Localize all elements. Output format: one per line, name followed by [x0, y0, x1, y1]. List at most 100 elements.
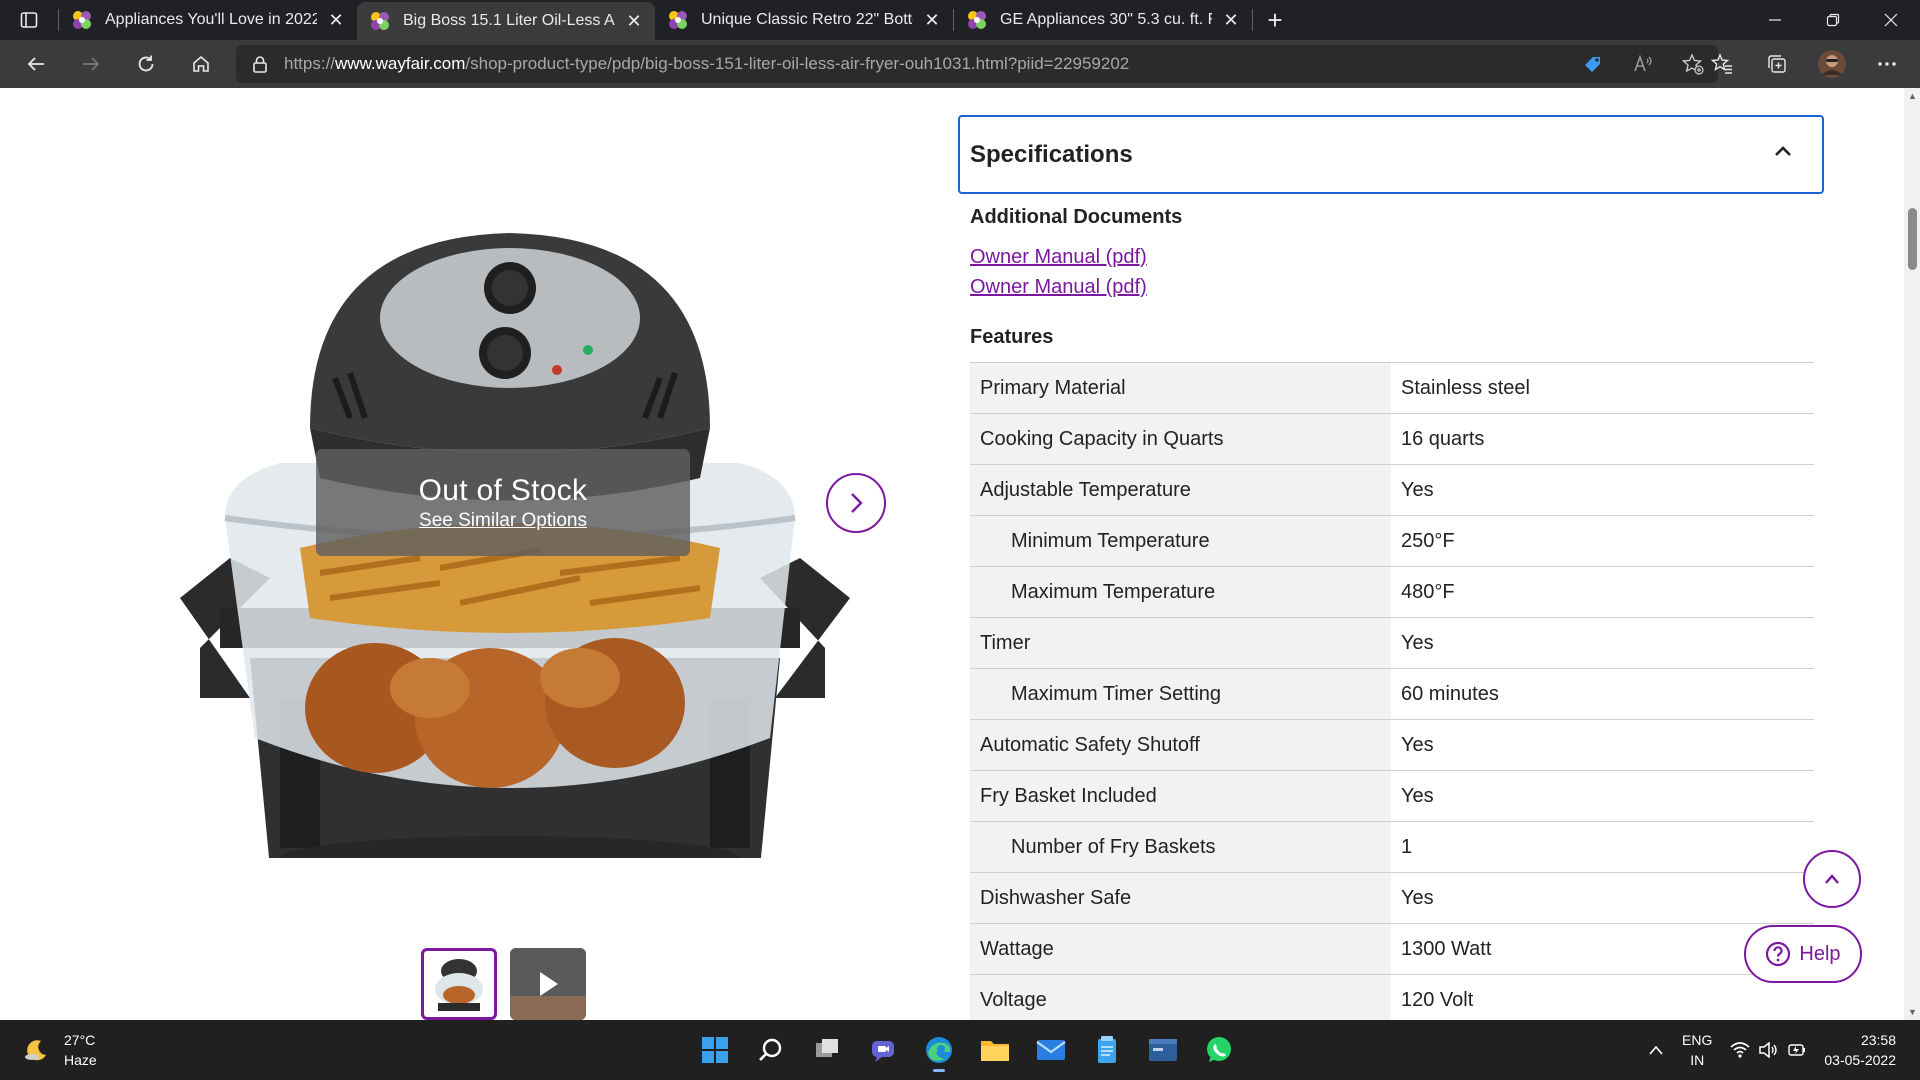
- tab-actions-icon[interactable]: [0, 0, 58, 40]
- help-button[interactable]: Help: [1744, 925, 1862, 983]
- close-window-icon[interactable]: [1862, 0, 1920, 40]
- tab-title: Appliances You'll Love in 2022 | W: [105, 11, 317, 28]
- next-image-button[interactable]: [826, 473, 886, 533]
- tab-title: Unique Classic Retro 22" Bottom: [701, 11, 913, 28]
- see-similar-options-link[interactable]: See Similar Options: [419, 510, 587, 532]
- table-row: Cooking Capacity in Quarts 16 quarts: [970, 414, 1814, 465]
- table-row: Minimum Temperature 250°F: [970, 516, 1814, 567]
- spec-value: Yes: [1401, 733, 1434, 756]
- spec-key: Dishwasher Safe: [970, 873, 1391, 923]
- close-tab-icon[interactable]: ✕: [921, 9, 943, 31]
- spec-value: Yes: [1401, 631, 1434, 654]
- back-arrow-icon[interactable]: [8, 40, 63, 88]
- home-icon[interactable]: [173, 40, 228, 88]
- weather-widget[interactable]: 27°C Haze: [24, 1030, 97, 1070]
- table-row: Wattage 1300 Watt: [970, 924, 1814, 975]
- spec-key: Adjustable Temperature: [970, 465, 1391, 515]
- chevron-up-icon: [1775, 146, 1791, 156]
- table-row: Adjustable Temperature Yes: [970, 465, 1814, 516]
- more-menu-icon[interactable]: [1859, 40, 1914, 88]
- wayfair-favicon-icon: [371, 12, 389, 30]
- table-row: Automatic Safety Shutoff Yes: [970, 720, 1814, 771]
- edge-browser-icon[interactable]: [914, 1026, 964, 1074]
- mail-icon[interactable]: [1026, 1026, 1076, 1074]
- thumbnail-image[interactable]: [421, 948, 497, 1020]
- restore-icon[interactable]: [1804, 0, 1862, 40]
- app-window-icon[interactable]: [1138, 1026, 1188, 1074]
- region-code: IN: [1690, 1052, 1705, 1068]
- file-explorer-icon[interactable]: [970, 1026, 1020, 1074]
- clock-time: 23:58: [1860, 1032, 1896, 1048]
- browser-tab-2[interactable]: Big Boss 15.1 Liter Oil-Less Air Fr ✕: [357, 2, 655, 40]
- language-code: ENG: [1682, 1032, 1713, 1048]
- video-thumbnail[interactable]: [510, 948, 586, 1020]
- address-bar[interactable]: https://www.wayfair.com/shop-product-typ…: [236, 45, 1718, 83]
- spec-key: Primary Material: [970, 363, 1391, 413]
- chevron-up-icon: [1825, 874, 1839, 884]
- clock-date: 03-05-2022: [1824, 1052, 1896, 1068]
- close-tab-icon[interactable]: ✕: [623, 10, 645, 32]
- scroll-up-icon[interactable]: ▲: [1908, 91, 1917, 101]
- chevron-up-icon[interactable]: [1648, 1044, 1664, 1056]
- spec-key: Fry Basket Included: [970, 771, 1391, 821]
- close-tab-icon[interactable]: ✕: [1220, 9, 1242, 31]
- spec-key: Maximum Timer Setting: [970, 669, 1391, 719]
- collections-icon[interactable]: [1749, 40, 1804, 88]
- clock[interactable]: 23:58 03-05-2022: [1824, 1030, 1896, 1070]
- scroll-to-top-button[interactable]: [1803, 850, 1861, 908]
- address-bar-actions: [1582, 45, 1704, 83]
- url-text: https://www.wayfair.com/shop-product-typ…: [284, 54, 1130, 73]
- lock-icon[interactable]: [252, 55, 268, 73]
- close-tab-icon[interactable]: ✕: [325, 9, 347, 31]
- features-heading: Features: [970, 326, 1054, 348]
- teams-chat-icon[interactable]: [858, 1026, 908, 1074]
- read-aloud-icon[interactable]: [1632, 53, 1654, 75]
- refresh-icon[interactable]: [118, 40, 173, 88]
- profile-avatar[interactable]: [1804, 40, 1859, 88]
- spec-value: Stainless steel: [1401, 376, 1530, 399]
- help-label: Help: [1799, 942, 1841, 965]
- owner-manual-link[interactable]: Owner Manual (pdf): [970, 276, 1147, 299]
- forward-arrow-icon[interactable]: [63, 40, 118, 88]
- table-row: Fry Basket Included Yes: [970, 771, 1814, 822]
- new-tab-icon[interactable]: +: [1253, 0, 1297, 40]
- spec-value: Yes: [1401, 886, 1434, 909]
- search-icon[interactable]: [746, 1026, 796, 1074]
- owner-manual-link[interactable]: Owner Manual (pdf): [970, 246, 1147, 269]
- notepad-icon[interactable]: [1082, 1026, 1132, 1074]
- language-indicator[interactable]: ENG IN: [1682, 1030, 1712, 1070]
- scrollbar-thumb[interactable]: [1908, 208, 1917, 270]
- browser-tab-3[interactable]: Unique Classic Retro 22" Bottom ✕: [655, 0, 953, 40]
- whatsapp-icon[interactable]: [1194, 1026, 1244, 1074]
- help-icon: [1766, 941, 1791, 967]
- minimize-icon[interactable]: [1746, 0, 1804, 40]
- task-view-icon[interactable]: [802, 1026, 852, 1074]
- specifications-accordion-header[interactable]: Specifications: [958, 115, 1824, 194]
- spec-key: Cooking Capacity in Quarts: [970, 414, 1391, 464]
- windows-taskbar: 27°C Haze ENG IN 23:58 03-05-2022: [0, 1020, 1920, 1080]
- specifications-title: Specifications: [970, 140, 1133, 168]
- weather-temperature: 27°C: [64, 1032, 96, 1048]
- volume-icon: [1759, 1042, 1778, 1058]
- browser-tab-4[interactable]: GE Appliances 30" 5.3 cu. ft. Free ✕: [954, 0, 1252, 40]
- taskbar-apps: [690, 1026, 1244, 1074]
- browser-tab-1[interactable]: Appliances You'll Love in 2022 | W ✕: [59, 0, 357, 40]
- wifi-icon: [1730, 1042, 1750, 1058]
- chevron-right-icon: [851, 493, 863, 513]
- scroll-down-icon[interactable]: ▼: [1908, 1007, 1917, 1017]
- page-scrollbar[interactable]: ▲ ▼: [1904, 88, 1920, 1020]
- spec-key: Timer: [970, 618, 1391, 668]
- favorites-icon[interactable]: [1694, 40, 1749, 88]
- price-tag-icon[interactable]: [1582, 53, 1604, 75]
- start-icon[interactable]: [690, 1026, 740, 1074]
- spec-value: 60 minutes: [1401, 682, 1499, 705]
- wayfair-favicon-icon: [669, 11, 687, 29]
- tray-status-icons[interactable]: [1730, 1042, 1806, 1058]
- table-row: Dishwasher Safe Yes: [970, 873, 1814, 924]
- table-row: Maximum Timer Setting 60 minutes: [970, 669, 1814, 720]
- battery-icon: [1788, 1044, 1806, 1056]
- product-gallery: Out of Stock See Similar Options: [0, 88, 930, 1020]
- window-controls: [1746, 0, 1920, 40]
- out-of-stock-title: Out of Stock: [418, 474, 588, 507]
- spec-value: 16 quarts: [1401, 427, 1485, 450]
